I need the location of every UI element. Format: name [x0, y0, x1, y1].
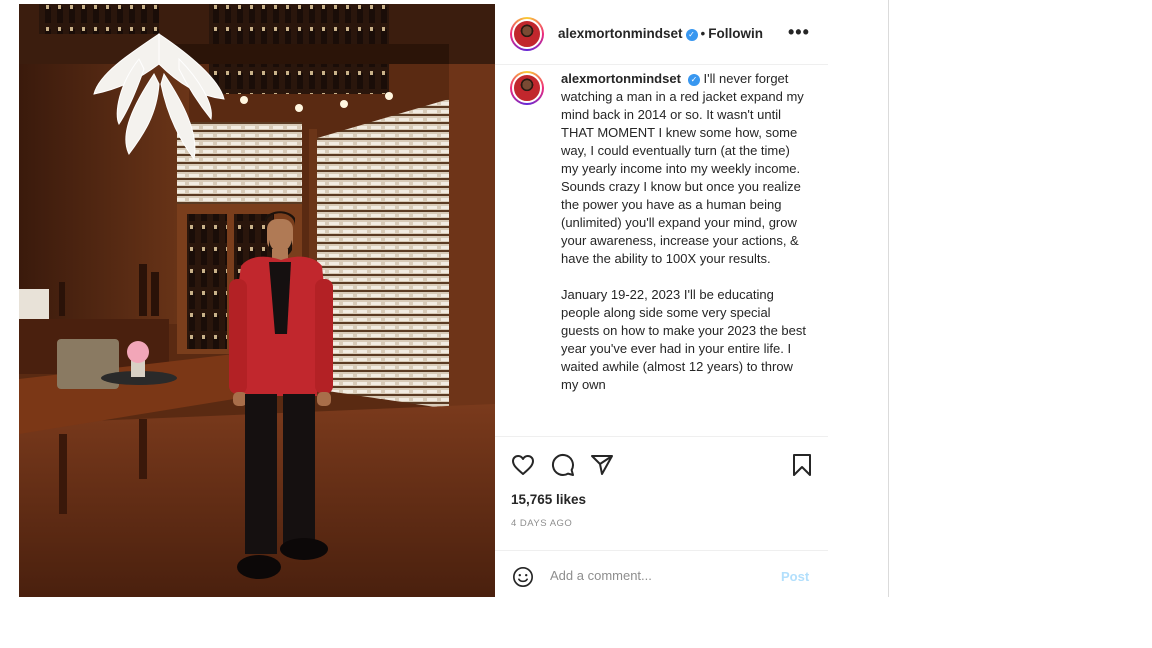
comment-input[interactable] — [550, 568, 770, 583]
heart-icon[interactable] — [511, 453, 535, 477]
username-link[interactable]: alexmortonmindset — [558, 26, 683, 41]
verified-badge-icon: ✓ — [687, 74, 700, 86]
caption: alexmortonmindset ✓ I'll never forget wat… — [561, 70, 809, 430]
post-header: alexmortonmindset ✓ • Followin ••• — [495, 4, 828, 65]
bookmark-icon[interactable] — [791, 453, 813, 477]
post-photo — [19, 4, 495, 597]
separator-dot: • — [700, 26, 706, 41]
following-button[interactable]: Followin — [708, 26, 763, 41]
paper-plane-icon[interactable] — [590, 453, 614, 477]
caption-paragraph: alexmortonmindset ✓ I'll never forget wat… — [561, 70, 809, 268]
post-details-panel: alexmortonmindset ✓ • Followin ••• alexmort… — [495, 4, 828, 597]
comment-bar: Post — [495, 550, 828, 601]
caption-text-1: I'll never forget watching a man in a re… — [561, 71, 804, 266]
avatar[interactable] — [510, 17, 544, 51]
post-timestamp: 4 DAYS AGO — [511, 518, 573, 529]
smiley-icon[interactable] — [512, 566, 534, 588]
caption-text-2: January 19-22, 2023 I'll be educating pe… — [561, 287, 806, 392]
more-options-button[interactable]: ••• — [788, 22, 810, 43]
verified-badge-icon: ✓ — [685, 29, 698, 41]
action-bar: 15,765 likes 4 DAYS AGO Post — [495, 436, 828, 587]
caption-avatar[interactable] — [510, 71, 544, 105]
post-comment-button[interactable]: Post — [781, 569, 809, 584]
comment-icon[interactable] — [551, 453, 575, 477]
likes-count[interactable]: 15,765 likes — [511, 492, 586, 507]
header-text: alexmortonmindset ✓ • Followin — [558, 26, 763, 41]
page-divider — [888, 0, 889, 597]
caption-username-link[interactable]: alexmortonmindset — [561, 71, 681, 86]
